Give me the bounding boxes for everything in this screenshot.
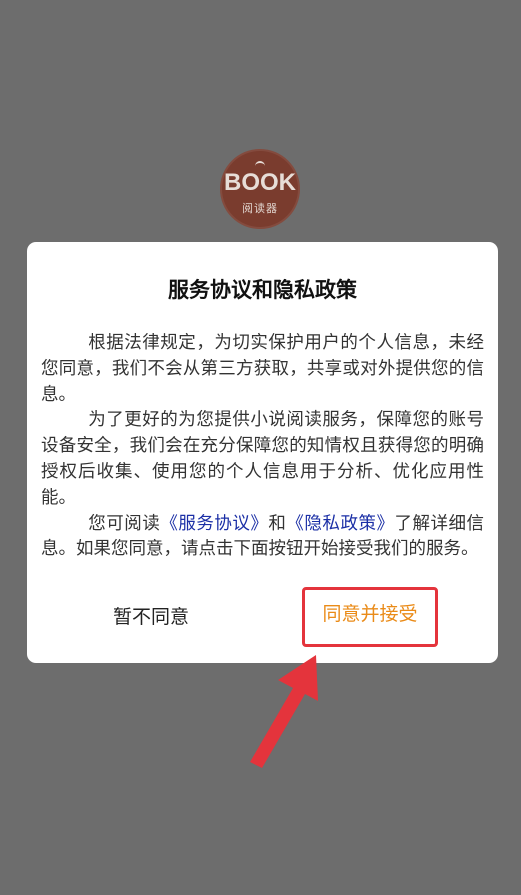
app-logo: BOOK 阅读器 bbox=[220, 149, 300, 229]
paragraph-legal: 根据法律规定，为切实保护用户的个人信息，未经您同意，我们不会从第三方获取，共享或… bbox=[41, 333, 484, 405]
service-agreement-link[interactable]: 《服务协议》 bbox=[160, 514, 268, 534]
paragraph-links-and: 和 bbox=[268, 513, 287, 534]
logo-subtitle: 阅读器 bbox=[242, 202, 278, 215]
annotation-highlight-box bbox=[302, 587, 438, 647]
paragraph-links: 您可阅读《服务协议》和《隐私政策》了解详细信息。如果您同意，请点击下面按钮开始接… bbox=[41, 512, 484, 564]
logo-text: BOOK bbox=[224, 169, 296, 196]
dialog-body: 根据法律规定，为切实保护用户的个人信息，未经您同意，我们不会从第三方获取，共享或… bbox=[41, 331, 484, 563]
paragraph-links-prefix: 您可阅读 bbox=[88, 513, 161, 534]
decline-button[interactable]: 暂不同意 bbox=[81, 589, 221, 645]
paragraph-security: 为了更好的为您提供小说阅读服务，保障您的账号设备安全，我们会在充分保障您的知情权… bbox=[41, 410, 484, 508]
privacy-policy-link[interactable]: 《隐私政策》 bbox=[286, 514, 394, 534]
dialog-title: 服务协议和隐私政策 bbox=[168, 278, 357, 302]
